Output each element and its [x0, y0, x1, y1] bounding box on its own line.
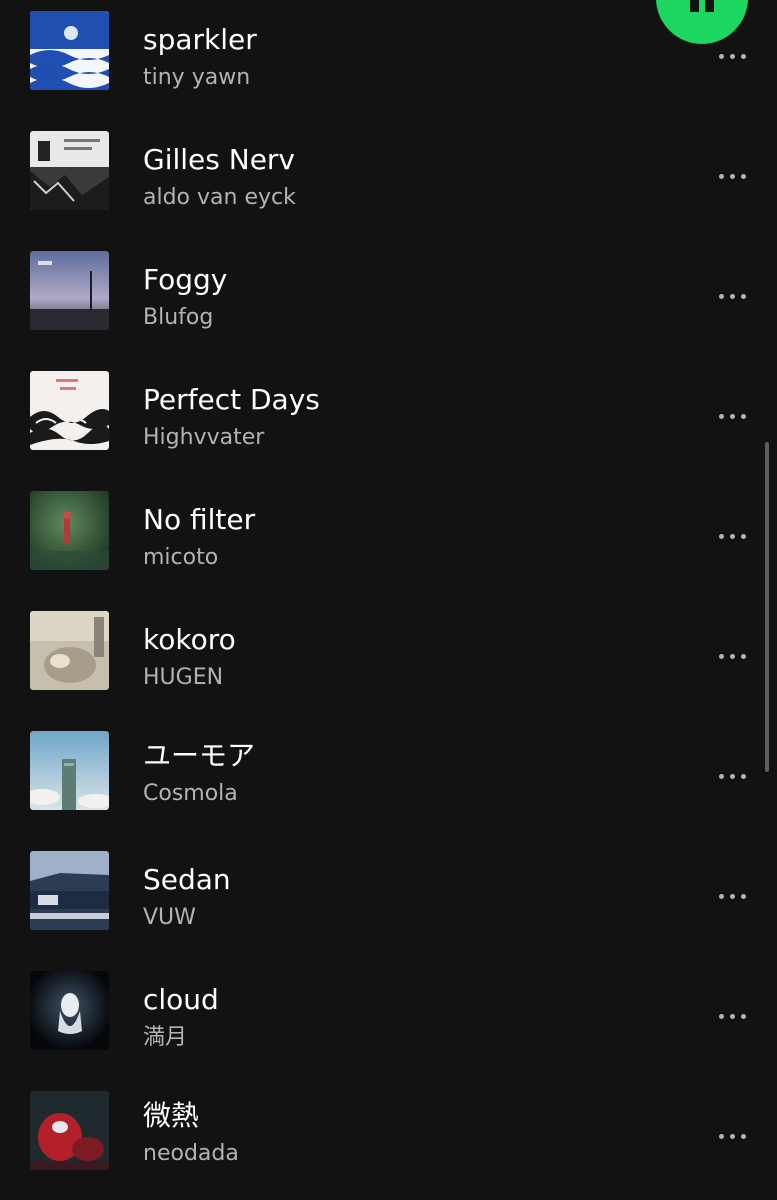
album-art: [30, 131, 109, 210]
album-art: [30, 731, 109, 810]
track-title: sparkler: [143, 23, 257, 56]
track-title: Perfect Days: [143, 383, 320, 416]
track-artist: tiny yawn: [143, 65, 251, 90]
more-options-icon[interactable]: [708, 636, 756, 676]
track-title: Gilles Nerv: [143, 143, 296, 176]
track-title: ユーモア: [143, 739, 256, 772]
track-artist: 満月: [143, 1025, 188, 1050]
track-title: 微熱: [143, 1099, 200, 1132]
album-art: [30, 11, 109, 90]
track-row-kokoro[interactable]: kokoro HUGEN: [0, 600, 777, 720]
track-artist: Blufog: [143, 305, 214, 330]
more-options-icon[interactable]: [708, 156, 756, 196]
more-options-icon[interactable]: [708, 996, 756, 1036]
pause-icon: [690, 0, 699, 12]
more-options-icon[interactable]: [708, 1116, 756, 1156]
track-row-no-filter[interactable]: No filter micoto: [0, 480, 777, 600]
track-title: No filter: [143, 503, 256, 536]
more-options-icon[interactable]: [708, 756, 756, 796]
album-art: [30, 971, 109, 1050]
track-list: sparkler tiny yawn Gilles Nerv aldo van …: [0, 0, 777, 1199]
track-title: kokoro: [143, 623, 236, 656]
track-artist: HUGEN: [143, 665, 224, 690]
track-title: Foggy: [143, 263, 228, 296]
track-row-foggy[interactable]: Foggy Blufog: [0, 240, 777, 360]
album-art: [30, 491, 109, 570]
track-artist: neodada: [143, 1141, 239, 1166]
scrollbar[interactable]: [765, 442, 769, 772]
track-artist: micoto: [143, 545, 219, 570]
track-title: Sedan: [143, 863, 231, 896]
album-art: [30, 1091, 109, 1170]
track-artist: aldo van eyck: [143, 185, 296, 210]
track-row-sedan[interactable]: Sedan VUW: [0, 840, 777, 960]
album-art: [30, 251, 109, 330]
track-row-cloud[interactable]: cloud 満月: [0, 960, 777, 1080]
track-artist: Highvvater: [143, 425, 265, 450]
track-artist: Cosmola: [143, 781, 238, 806]
more-options-icon[interactable]: [708, 876, 756, 916]
track-row-perfect-days[interactable]: Perfect Days Highvvater: [0, 360, 777, 480]
album-art: [30, 371, 109, 450]
more-options-icon[interactable]: [708, 396, 756, 436]
track-row-gilles-nerv[interactable]: Gilles Nerv aldo van eyck: [0, 120, 777, 240]
track-row-binetsu[interactable]: 微熱 neodada: [0, 1080, 777, 1200]
track-artist: VUW: [143, 905, 196, 930]
album-art: [30, 611, 109, 690]
track-title: cloud: [143, 983, 219, 1016]
more-options-icon[interactable]: [708, 276, 756, 316]
more-options-icon[interactable]: [708, 516, 756, 556]
track-row-yumoa[interactable]: ユーモア Cosmola: [0, 720, 777, 840]
album-art: [30, 851, 109, 930]
